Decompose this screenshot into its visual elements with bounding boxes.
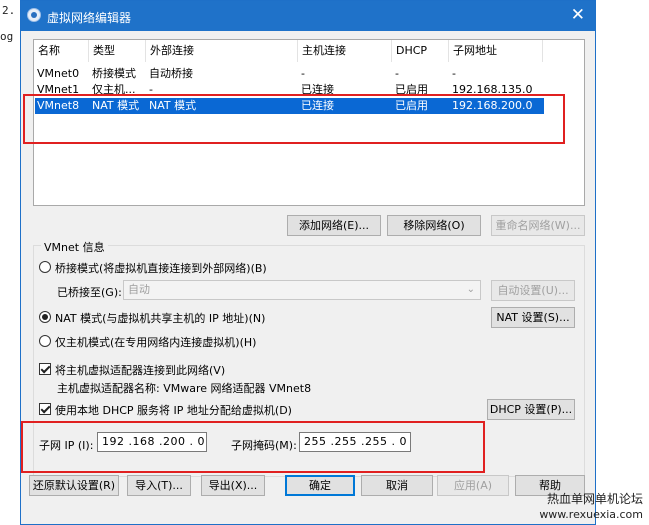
dhcp-checkbox[interactable] xyxy=(39,403,51,415)
bridged-to-label: 已桥接至(G): xyxy=(57,286,122,299)
nat-radio[interactable] xyxy=(39,311,51,323)
bridged-to-select[interactable]: 自动 ⌄ xyxy=(123,280,481,300)
cell-external: 自动桥接 xyxy=(149,67,193,80)
cell-name: VMnet0 xyxy=(37,67,80,80)
vmnet-info-label: VMnet 信息 xyxy=(41,239,108,255)
bridged-radio-label[interactable]: 桥接模式(将虚拟机直接连接到外部网络)(B) xyxy=(55,260,267,276)
export-button[interactable]: 导出(X)... xyxy=(201,475,265,496)
connect-adapter-label[interactable]: 将主机虚拟适配器连接到此网络(V) xyxy=(55,362,225,378)
background-text-fragment: 2. xyxy=(2,4,16,17)
cell-host-connection: - xyxy=(301,67,305,80)
watermark-title: 热血单网单机论坛 xyxy=(546,492,643,506)
chevron-down-icon: ⌄ xyxy=(466,284,475,295)
cancel-button[interactable]: 取消 xyxy=(361,475,433,496)
auto-settings-button[interactable]: 自动设置(U)... xyxy=(491,280,575,301)
restore-defaults-button[interactable]: 还原默认设置(R) xyxy=(29,475,119,496)
column-header-name[interactable]: 名称 xyxy=(34,40,89,62)
window-title: 虚拟网络编辑器 xyxy=(47,11,132,25)
column-header-host-connection[interactable]: 主机连接 xyxy=(298,40,392,62)
column-header-type[interactable]: 类型 xyxy=(89,40,146,62)
cell-subnet: - xyxy=(452,67,456,80)
bridged-to-value: 自动 xyxy=(128,283,150,296)
virtual-network-editor-window: 虚拟网络编辑器 ✕ 名称 类型 外部连接 主机连接 DHCP 子网地址 VMne… xyxy=(20,0,596,525)
column-header-dhcp[interactable]: DHCP xyxy=(392,40,449,62)
cell-type: 桥接模式 xyxy=(92,67,136,80)
ok-button[interactable]: 确定 xyxy=(285,475,355,496)
connect-adapter-checkbox[interactable] xyxy=(39,363,51,375)
dhcp-settings-button[interactable]: DHCP 设置(P)... xyxy=(487,399,575,420)
import-button[interactable]: 导入(T)... xyxy=(127,475,191,496)
apply-button[interactable]: 应用(A) xyxy=(437,475,509,496)
background-text-fragment: og xyxy=(0,30,14,43)
title-bar[interactable]: 虚拟网络编辑器 ✕ xyxy=(21,1,595,31)
highlight-box xyxy=(21,421,485,473)
host-only-radio[interactable] xyxy=(39,335,51,347)
watermark-url: www.rexuexia.com xyxy=(539,508,643,521)
bridged-radio[interactable] xyxy=(39,261,51,273)
rename-network-button[interactable]: 重命名网络(W)... xyxy=(491,215,585,236)
host-only-radio-label[interactable]: 仅主机模式(在专用网络内连接虚拟机)(H) xyxy=(55,334,256,350)
cell-dhcp: - xyxy=(395,67,399,80)
table-row[interactable]: VMnet0 桥接模式 自动桥接 - - - xyxy=(35,66,544,82)
adapter-name-text: 主机虚拟适配器名称: VMware 网络适配器 VMnet8 xyxy=(57,382,312,395)
dhcp-label[interactable]: 使用本地 DHCP 服务将 IP 地址分配给虚拟机(D) xyxy=(55,402,292,418)
nat-radio-label[interactable]: NAT 模式(与虚拟机共享主机的 IP 地址)(N) xyxy=(55,310,265,326)
add-network-button[interactable]: 添加网络(E)... xyxy=(287,215,381,236)
nat-settings-button[interactable]: NAT 设置(S)... xyxy=(491,307,575,328)
close-icon[interactable]: ✕ xyxy=(571,5,585,25)
remove-network-button[interactable]: 移除网络(O) xyxy=(387,215,481,236)
highlight-box xyxy=(23,94,565,144)
app-icon xyxy=(27,8,41,22)
column-header-subnet[interactable]: 子网地址 xyxy=(449,40,543,62)
column-header-external[interactable]: 外部连接 xyxy=(146,40,298,62)
